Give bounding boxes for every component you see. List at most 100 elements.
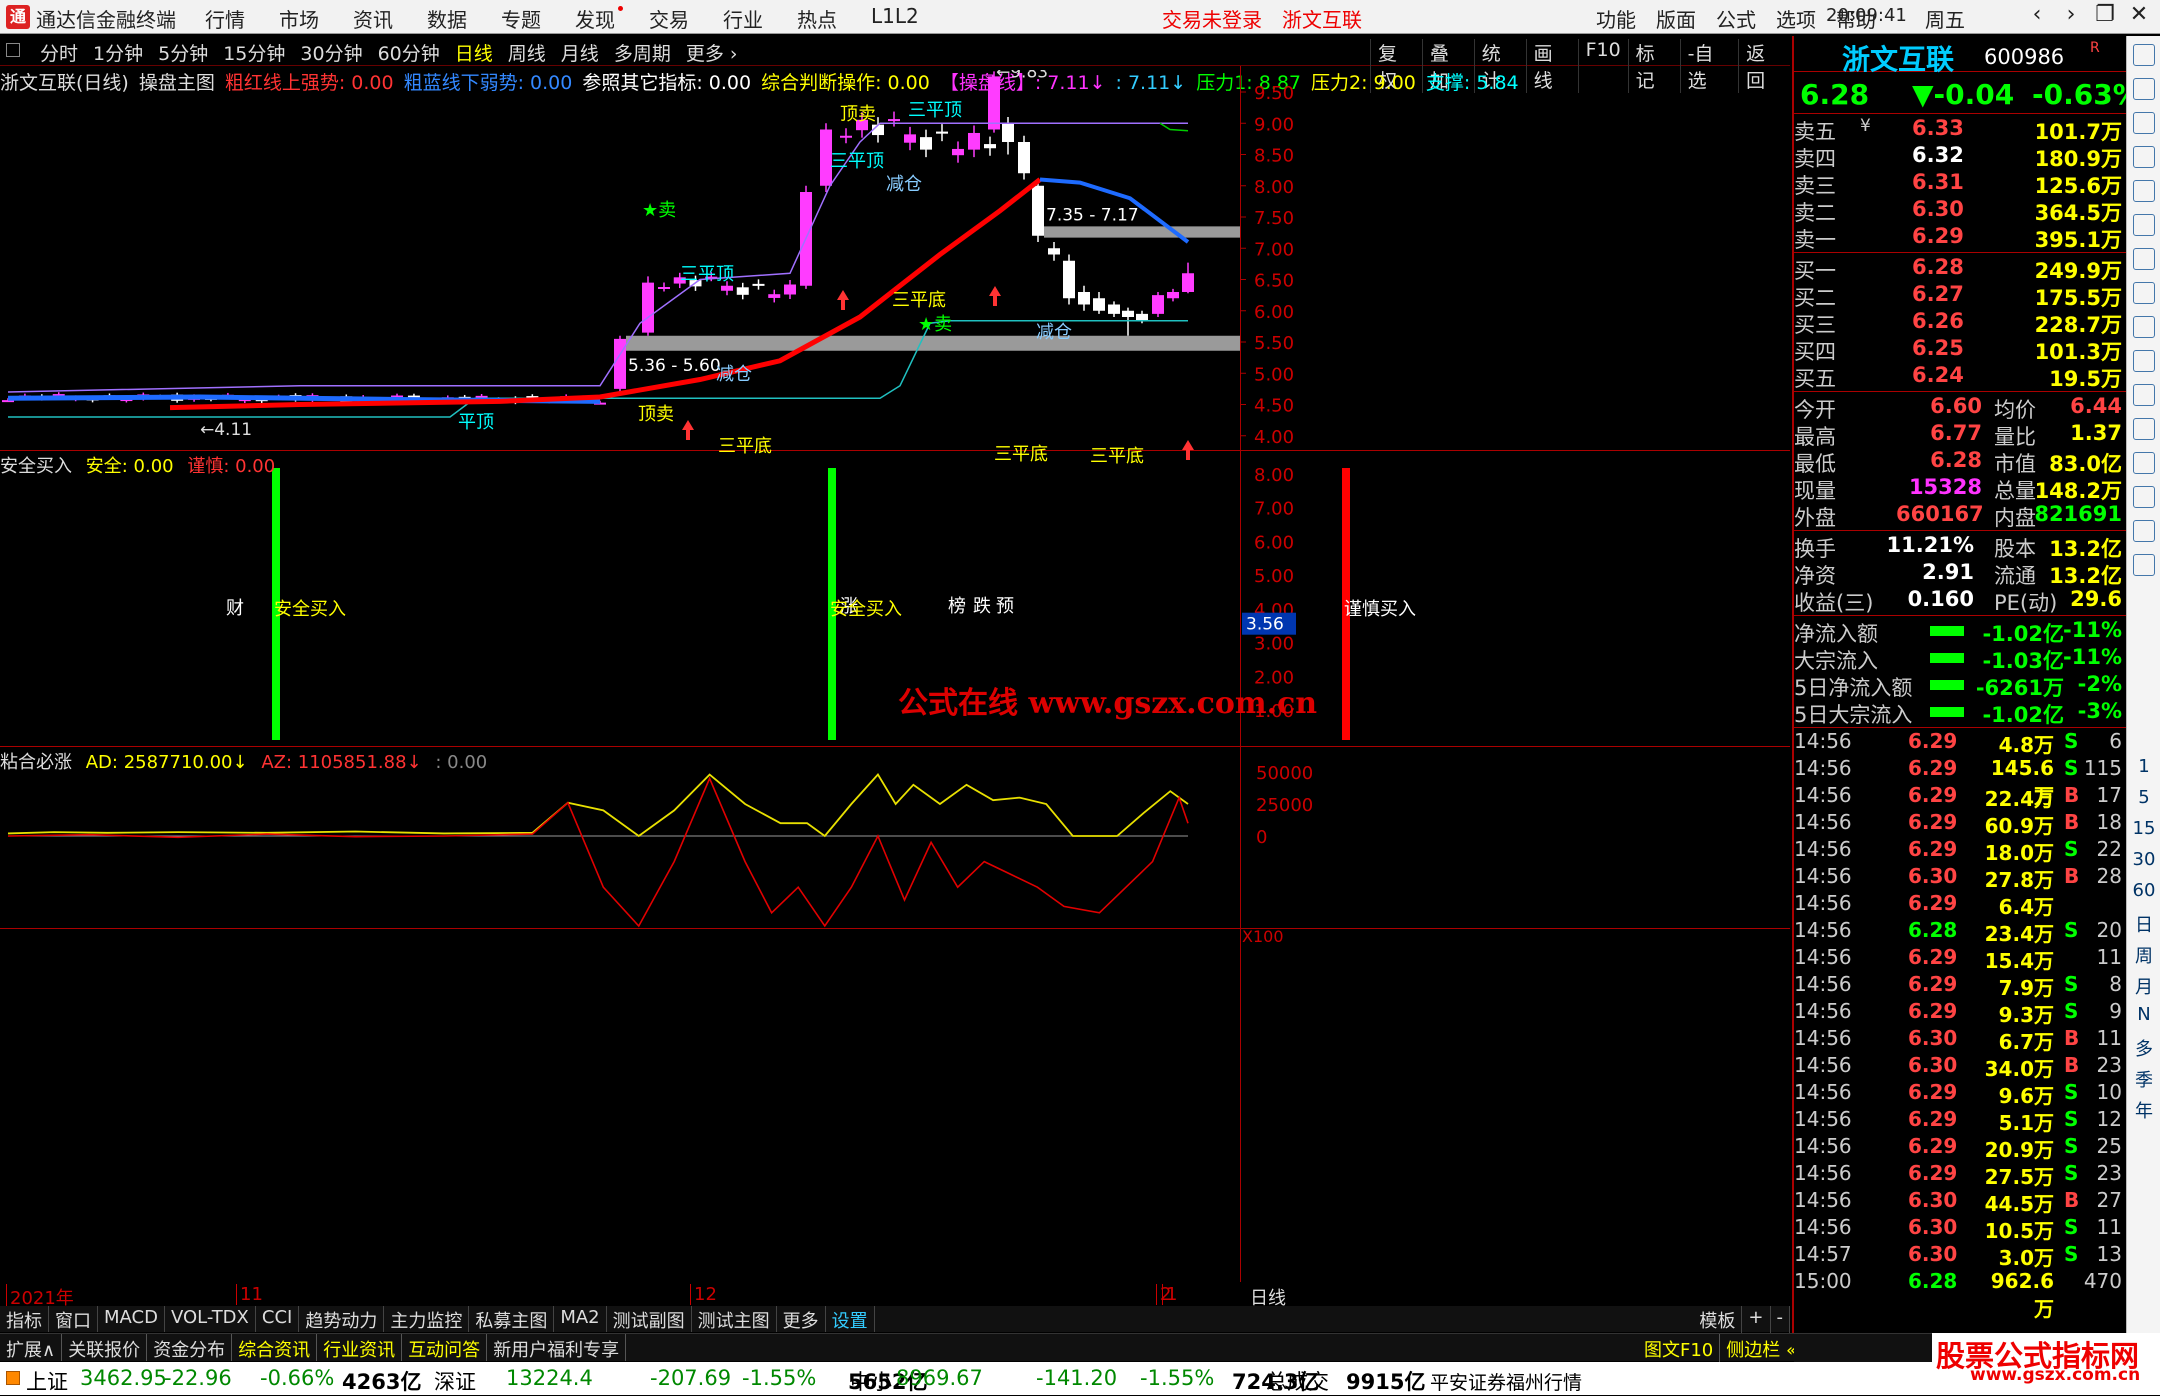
stat-value: 6.28	[1930, 448, 1982, 472]
indicator-tab[interactable]: 主力监控	[384, 1306, 470, 1332]
sidebar-period[interactable]: 5	[2127, 787, 2160, 808]
sidebar-period[interactable]: 多	[2127, 1035, 2160, 1061]
period-tab[interactable]: 15分钟	[223, 39, 285, 66]
sidebar-period[interactable]: 季	[2127, 1066, 2160, 1092]
menu-item[interactable]: 行情	[205, 4, 245, 33]
menu-item[interactable]: 热点	[797, 4, 837, 33]
quote-row: 大宗流入 -1.03亿 -11%	[1794, 645, 2128, 673]
tick-direction: S	[2064, 1107, 2079, 1131]
login-status[interactable]: 交易未登录	[1162, 4, 1262, 33]
pin-icon[interactable]	[6, 43, 20, 57]
period-tab[interactable]: 60分钟	[378, 39, 440, 66]
sidebar-tool-icon[interactable]	[2127, 142, 2160, 173]
indicator-tab[interactable]: 趋势动力	[299, 1306, 385, 1332]
sidebar-tool-icon[interactable]	[2127, 74, 2160, 105]
indicator-tab[interactable]: MACD	[98, 1306, 165, 1332]
indicator-tab[interactable]: VOL-TDX	[165, 1306, 256, 1332]
sidebar-tool-icon[interactable]	[2127, 482, 2160, 513]
indicator-tab[interactable]: 窗口	[49, 1306, 98, 1332]
nav-back-icon[interactable]: ‹	[2020, 2, 2054, 27]
sidebar-period[interactable]: 15	[2127, 818, 2160, 839]
buy-arrow-icon	[682, 420, 694, 440]
link-tab[interactable]: 扩展∧	[0, 1334, 63, 1361]
menu-item[interactable]: 市场	[279, 4, 319, 33]
right-menu-item[interactable]: 选项	[1776, 4, 1816, 33]
period-tab[interactable]: 1分钟	[93, 39, 143, 66]
sidebar-period[interactable]: 周	[2127, 942, 2160, 968]
menu-item[interactable]: 数据	[427, 4, 467, 33]
indicator-tab[interactable]: 私募主图	[469, 1306, 555, 1332]
index-name[interactable]: 深证	[434, 1366, 476, 1396]
sidebar-tool-icon[interactable]	[2127, 176, 2160, 207]
period-tab[interactable]: 多周期	[614, 39, 671, 66]
sidebar-tool-icon[interactable]	[2127, 244, 2160, 275]
link-right-button[interactable]: 图文F10	[1638, 1334, 1721, 1364]
sidebar-period[interactable]: 30	[2127, 849, 2160, 870]
index-name[interactable]: 上证	[26, 1366, 68, 1396]
link-tab[interactable]: 互动问答	[402, 1334, 488, 1361]
period-tab[interactable]: 分时	[40, 39, 78, 66]
menu-item[interactable]: 行业	[723, 4, 763, 33]
sidebar-tool-icon[interactable]	[2127, 108, 2160, 139]
link-tab[interactable]: 综合资讯	[232, 1334, 318, 1361]
sidebar-tool-icon[interactable]	[2127, 414, 2160, 445]
index-name[interactable]: 中小	[850, 1366, 892, 1396]
link-tab[interactable]: 行业资讯	[317, 1334, 403, 1361]
period-tab[interactable]: 周线	[508, 39, 546, 66]
link-right-button[interactable]: 侧边栏 «	[1720, 1334, 1804, 1364]
indicator-tab[interactable]: 设置	[826, 1306, 875, 1332]
link-tab[interactable]: 关联报价	[62, 1334, 148, 1361]
period-tab[interactable]: 30分钟	[300, 39, 362, 66]
indicator-tab[interactable]: 测试主图	[692, 1306, 777, 1332]
link-tab[interactable]: 资金分布	[147, 1334, 233, 1361]
menu-item[interactable]: L1L2	[871, 4, 919, 33]
sidebar-tool-icon[interactable]	[2127, 40, 2160, 71]
panel3-title[interactable]: 粘合必涨	[0, 752, 72, 773]
sidebar-period[interactable]: 年	[2127, 1097, 2160, 1123]
menu-item[interactable]: 专题	[501, 4, 541, 33]
sidebar-tool-icon[interactable]	[2127, 380, 2160, 411]
right-menu-item[interactable]: 公式	[1716, 4, 1756, 33]
sidebar-tool-icon[interactable]	[2127, 312, 2160, 343]
chart-canvas[interactable]: 9.50 9.00 8.50 8.00 7.50 7.00 6.50 6.00 5.50 5.00…	[0, 70, 1790, 1282]
tab-control-button[interactable]: 模板	[1693, 1306, 1743, 1334]
candle	[952, 148, 964, 156]
close-icon[interactable]: ✕	[2122, 2, 2156, 27]
sidebar-tool-icon[interactable]	[2127, 346, 2160, 377]
candle	[988, 76, 1000, 130]
sidebar-tool-icon[interactable]	[2127, 210, 2160, 241]
indicator-tab[interactable]: 测试副图	[607, 1306, 692, 1332]
tab-control-button[interactable]: +	[1742, 1306, 1771, 1334]
indicator-tab[interactable]: CCI	[256, 1306, 300, 1332]
period-tab[interactable]: 日线	[455, 39, 493, 66]
sidebar-tool-icon[interactable]	[2127, 550, 2160, 581]
indicator-tab[interactable]: 指标	[0, 1306, 49, 1332]
right-menu-item[interactable]: 功能	[1596, 4, 1636, 33]
indicator-tab[interactable]: MA2	[554, 1306, 607, 1332]
sidebar-tool-icon[interactable]	[2127, 448, 2160, 479]
menu-item[interactable]: 交易	[649, 4, 689, 33]
sidebar-period[interactable]: N	[2127, 1004, 2160, 1025]
period-tab[interactable]: 更多 ›	[686, 39, 738, 66]
link-tab[interactable]: 新用户福利专享	[487, 1334, 627, 1361]
period-tab[interactable]: 月线	[561, 39, 599, 66]
tab-control-button[interactable]: -	[1771, 1306, 1790, 1334]
period-tab[interactable]: 5分钟	[158, 39, 208, 66]
sidebar-period[interactable]: 日	[2127, 911, 2160, 937]
sidebar-period[interactable]: 60	[2127, 880, 2160, 901]
sidebar-period[interactable]: 1	[2127, 756, 2160, 777]
menu-item[interactable]: 发现	[575, 4, 623, 33]
indicator-tab[interactable]: 更多	[777, 1306, 826, 1332]
chart-annotation: 三平底	[718, 436, 772, 457]
nav-forward-icon[interactable]: ›	[2054, 2, 2088, 27]
quote-stock-name[interactable]: 浙文互联	[1842, 38, 1954, 78]
sidebar-tool-icon[interactable]	[2127, 278, 2160, 309]
panel2-title[interactable]: 安全买入	[0, 456, 72, 477]
restore-icon[interactable]: ❐	[2088, 2, 2122, 27]
tick-count: 25	[2096, 1134, 2122, 1158]
right-menu-item[interactable]: 版面	[1656, 4, 1696, 33]
tick-count: 22	[2096, 837, 2122, 861]
menu-item[interactable]: 资讯	[353, 4, 393, 33]
sidebar-tool-icon[interactable]	[2127, 516, 2160, 547]
sidebar-period[interactable]: 月	[2127, 973, 2160, 999]
